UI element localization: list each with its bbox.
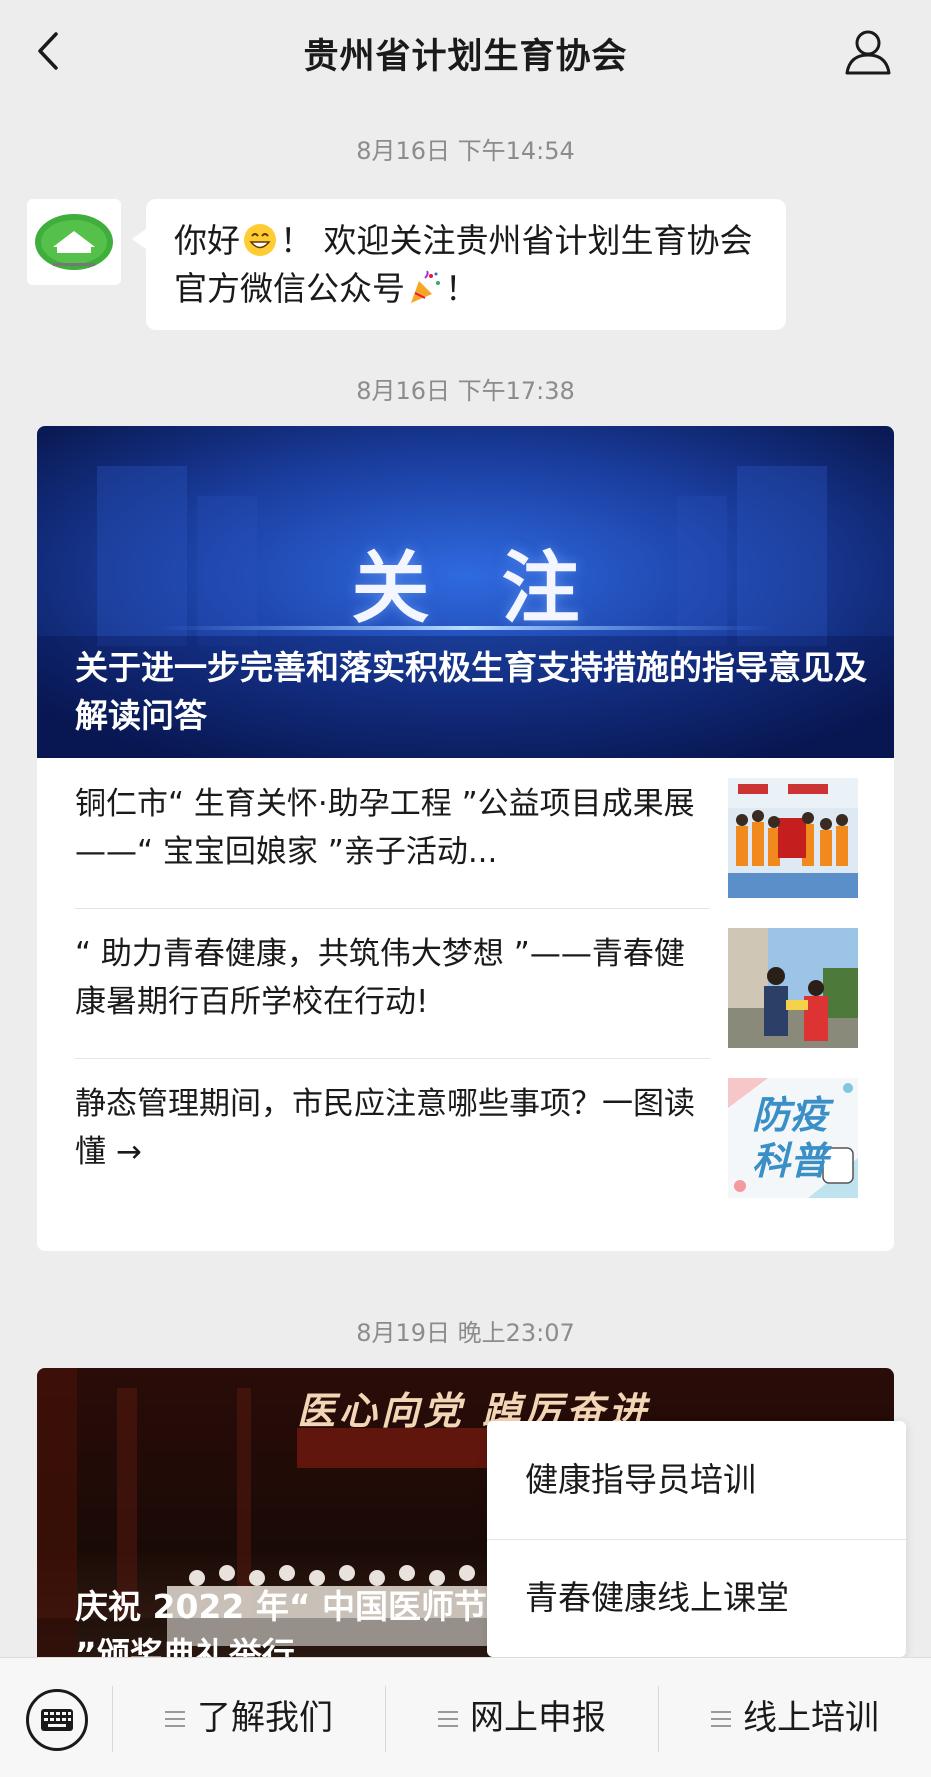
article-list-item[interactable]: “ 助力青春健康，共筑伟大梦想 ”——青春健康暑期行百所学校在行动! — [75, 908, 858, 1058]
bottom-menu-bar: 了解我们 网上申报 线上培训 — [0, 1657, 931, 1777]
message-timestamp: 8月16日 下午14:54 — [356, 137, 575, 165]
article-item-title: “ 助力青春健康，共筑伟大梦想 ”——青春健康暑期行百所学校在行动! — [75, 936, 685, 1020]
submenu-popup: 健康指导员培训 青春健康线上课堂 — [487, 1421, 906, 1657]
account-avatar[interactable] — [27, 199, 121, 285]
article-list-item[interactable]: 铜仁市“ 生育关怀·助孕工程 ”公益项目成果展——“ 宝宝回娘家 ”亲子活动..… — [75, 758, 858, 908]
article-cover[interactable]: 关注 关于进一步完善和落实积极生育支持措施的指导意见及解读问答 — [37, 426, 894, 758]
menu-list-icon — [438, 1711, 458, 1727]
thumbnail-caption: 防疫科普 — [751, 1093, 828, 1183]
cover-headline: 关注 — [351, 543, 652, 634]
article-card[interactable]: 关注 关于进一步完善和落实积极生育支持措施的指导意见及解读问答 铜仁市“ 生育关… — [37, 426, 894, 1251]
greeting-text-3: ！ — [445, 269, 478, 308]
association-logo — [27, 199, 121, 285]
article-item-title: 静态管理期间，市民应注意哪些事项？一图读懂 → — [75, 1086, 695, 1170]
nav-header: 贵州省计划生育协会 — [0, 0, 931, 102]
menu-label: 网上申报 — [470, 1698, 606, 1738]
message-timestamp: 8月19日 晚上23:07 — [356, 1319, 575, 1347]
article-thumbnail — [728, 778, 858, 898]
submenu-item-youth-health-online-class[interactable]: 青春健康线上课堂 — [487, 1539, 906, 1657]
menu-online-training[interactable]: 线上培训 — [659, 1658, 931, 1777]
page-title: 贵州省计划生育协会 — [303, 37, 628, 77]
keyboard-icon[interactable] — [26, 1689, 88, 1751]
message-timestamp: 8月16日 下午17:38 — [356, 377, 575, 405]
menu-online-application[interactable]: 网上申报 — [386, 1658, 658, 1777]
menu-label: 线上培训 — [743, 1698, 879, 1738]
menu-list-icon — [165, 1711, 185, 1727]
submenu-item-health-instructor-training[interactable]: 健康指导员培训 — [487, 1421, 906, 1539]
menu-list-icon — [711, 1711, 731, 1727]
greeting-text-1: 你好 — [174, 221, 240, 260]
grinning-face-icon — [244, 224, 276, 256]
article-thumbnail — [728, 928, 858, 1048]
menu-about-us[interactable]: 了解我们 — [113, 1658, 385, 1777]
greeting-message-bubble: 你好 ！ 欢迎关注贵州省计划生育协会官方微信公众号 ！ — [132, 199, 786, 330]
article-item-title: 铜仁市“ 生育关怀·助孕工程 ”公益项目成果展——“ 宝宝回娘家 ”亲子活动..… — [75, 786, 695, 870]
article-main-title[interactable]: 关于进一步完善和落实积极生育支持措施的指导意见及解读问答 — [75, 644, 875, 740]
article-thumbnail: 防疫科普 — [728, 1078, 858, 1198]
article-list-item[interactable]: 静态管理期间，市民应注意哪些事项？一图读懂 → 防疫科普 — [75, 1058, 858, 1208]
person-icon[interactable] — [843, 27, 893, 77]
party-popper-icon — [411, 270, 440, 303]
menu-label: 了解我们 — [197, 1698, 333, 1738]
